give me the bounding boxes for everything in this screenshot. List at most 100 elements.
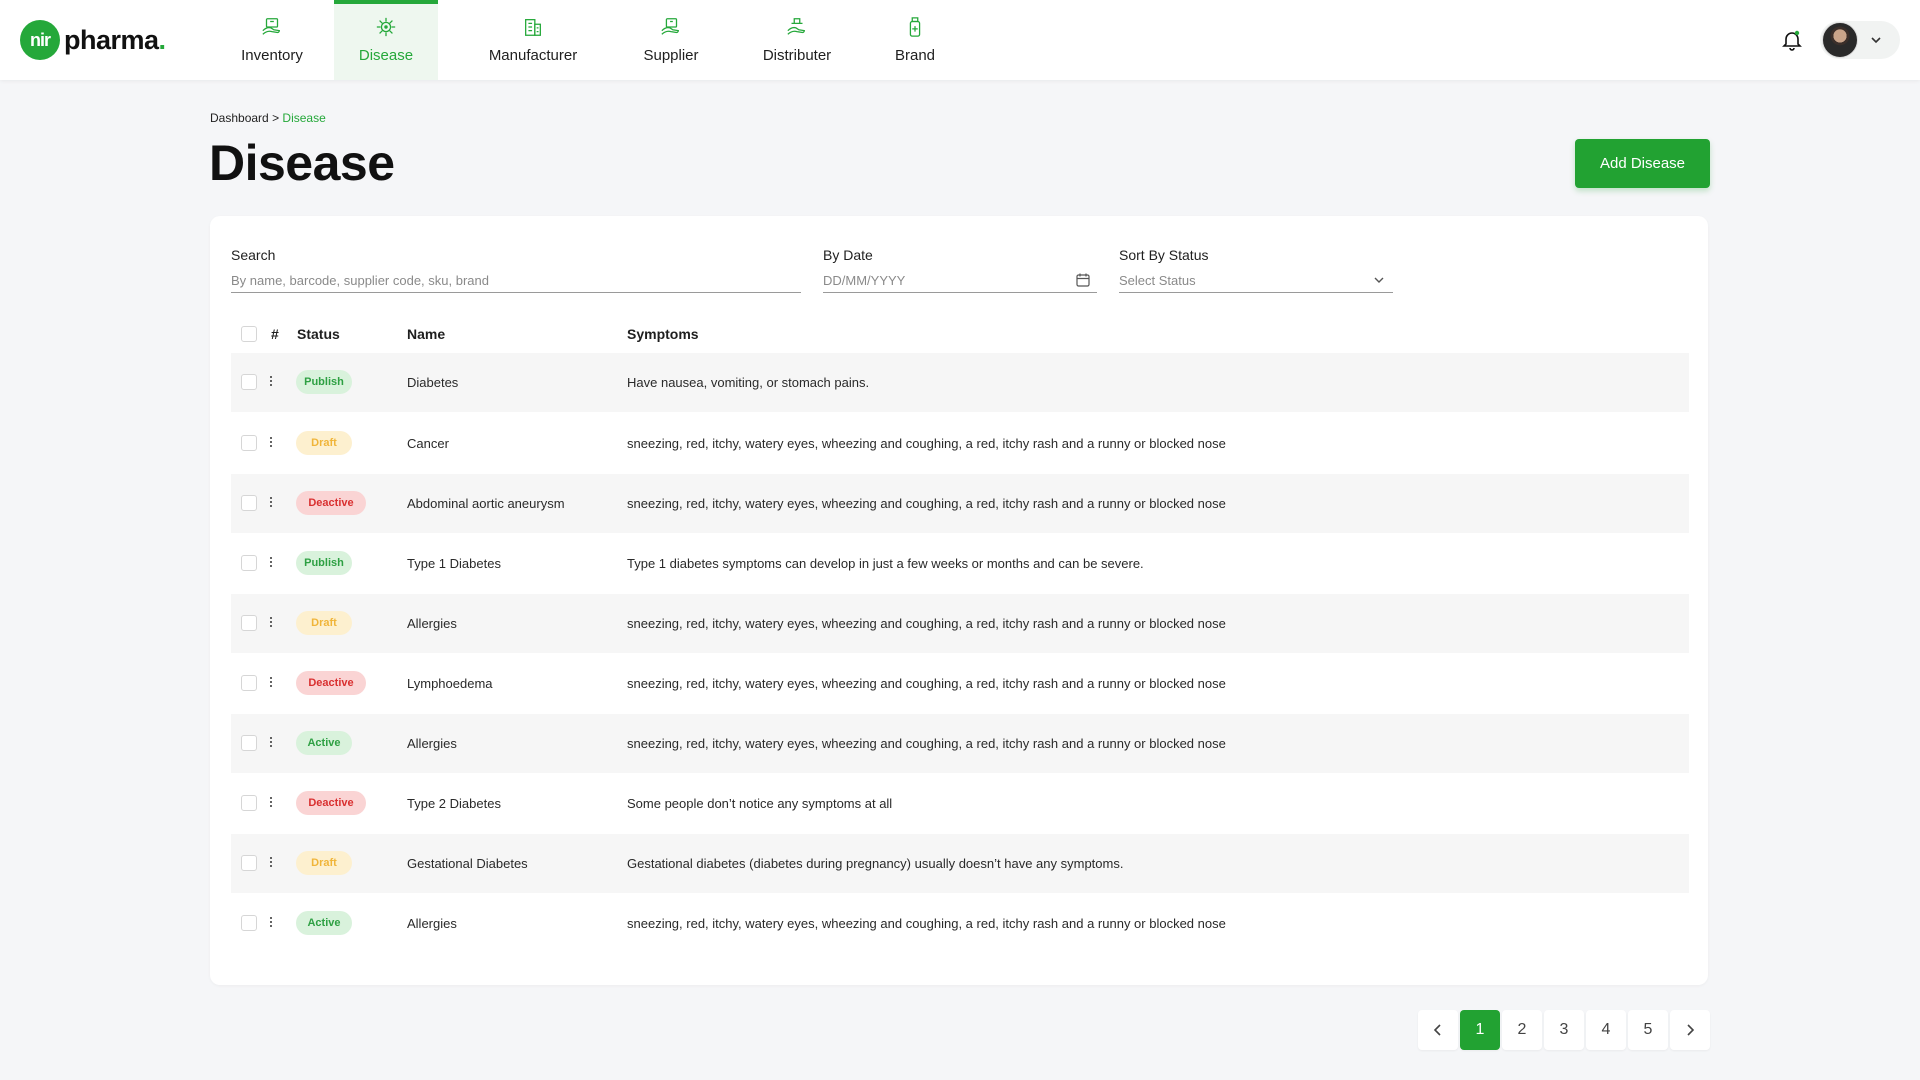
row-menu-icon[interactable] <box>269 795 273 811</box>
page-4-button[interactable]: 4 <box>1586 1010 1626 1050</box>
row-menu-icon[interactable] <box>269 915 273 931</box>
column-status: Status <box>297 326 340 342</box>
column-name: Name <box>407 326 446 342</box>
disease-name: Type 1 Diabetes <box>407 556 501 571</box>
disease-name: Cancer <box>407 436 449 451</box>
row-menu-icon[interactable] <box>269 735 273 751</box>
search-input[interactable]: By name, barcode, supplier code, sku, br… <box>231 269 801 293</box>
page-5-button[interactable]: 5 <box>1628 1010 1668 1050</box>
search-label: Search <box>231 247 276 263</box>
disease-name: Type 2 Diabetes <box>407 796 501 811</box>
table-row[interactable]: Active Allergies sneezing, red, itchy, wat… <box>231 894 1689 953</box>
inventory-icon <box>262 18 280 35</box>
disease-table-card: Search By name, barcode, supplier code, … <box>210 216 1708 985</box>
top-navbar: nir pharma. Inventory Disease Manufactur… <box>0 0 1920 80</box>
page-3-button[interactable]: 3 <box>1544 1010 1584 1050</box>
disease-symptoms: Have nausea, vomiting, or stomach pains. <box>627 375 870 390</box>
status-label: Sort By Status <box>1119 247 1209 263</box>
table-row[interactable]: Deactive Abdominal aortic aneurysm sneezin… <box>231 474 1689 533</box>
row-checkbox[interactable] <box>241 735 257 751</box>
table-row[interactable]: Deactive Lymphoedema sneezing, red, itchy,… <box>231 654 1689 713</box>
chevron-down-icon <box>1374 277 1384 283</box>
status-badge: Active <box>296 911 352 935</box>
page-1-button[interactable]: 1 <box>1460 1010 1500 1050</box>
disease-symptoms: sneezing, red, itchy, watery eyes, wheez… <box>627 736 1226 751</box>
disease-symptoms: sneezing, red, itchy, watery eyes, wheez… <box>627 496 1226 511</box>
add-disease-button[interactable]: Add Disease <box>1575 139 1710 188</box>
breadcrumb-root[interactable]: Dashboard <box>210 111 269 125</box>
disease-symptoms: sneezing, red, itchy, watery eyes, wheez… <box>627 916 1226 931</box>
disease-symptoms: Gestational diabetes (diabetes during pr… <box>627 856 1124 871</box>
row-menu-icon[interactable] <box>269 495 273 511</box>
disease-name: Allergies <box>407 916 457 931</box>
disease-name: Allergies <box>407 736 457 751</box>
row-menu-icon[interactable] <box>269 615 273 631</box>
page-2-button[interactable]: 2 <box>1502 1010 1542 1050</box>
avatar <box>1822 22 1858 58</box>
disease-icon <box>376 17 396 37</box>
row-menu-icon[interactable] <box>269 555 273 571</box>
status-badge: Deactive <box>296 791 366 815</box>
status-badge: Deactive <box>296 491 366 515</box>
table-header: # Status Name Symptoms <box>231 320 1689 348</box>
page-title: Disease <box>209 135 395 191</box>
search-placeholder: By name, barcode, supplier code, sku, br… <box>231 273 489 288</box>
table-row[interactable]: Draft Gestational Diabetes Gestational dia… <box>231 834 1689 893</box>
row-checkbox[interactable] <box>241 855 257 871</box>
nav-item-inventory[interactable]: Inventory <box>210 0 334 80</box>
distributer-icon <box>787 18 805 35</box>
nav-label: Supplier <box>643 47 699 64</box>
pagination: 12345 <box>1418 1010 1712 1050</box>
row-checkbox[interactable] <box>241 374 257 390</box>
select-all-checkbox[interactable] <box>241 326 257 342</box>
row-menu-icon[interactable] <box>269 675 273 691</box>
supplier-icon <box>661 18 679 35</box>
bell-icon[interactable] <box>1780 28 1804 52</box>
disease-name: Diabetes <box>407 375 459 390</box>
nav-item-distributer[interactable]: Distributer <box>714 0 880 80</box>
row-menu-icon[interactable] <box>269 435 273 451</box>
row-checkbox[interactable] <box>241 495 257 511</box>
status-badge: Active <box>296 731 352 755</box>
row-checkbox[interactable] <box>241 435 257 451</box>
column-symptoms: Symptoms <box>627 326 699 342</box>
table-row[interactable]: Publish Type 1 Diabetes Type 1 diabetes sy… <box>231 534 1689 593</box>
row-checkbox[interactable] <box>241 915 257 931</box>
table-row[interactable]: Draft Cancer sneezing, red, itchy, watery … <box>231 414 1689 473</box>
column-hash: # <box>271 326 279 342</box>
status-badge: Draft <box>296 431 352 455</box>
nav-label: Brand <box>894 47 936 64</box>
status-select[interactable]: Select Status <box>1119 269 1393 293</box>
table-row[interactable]: Active Allergies sneezing, red, itchy, wat… <box>231 714 1689 773</box>
disease-name: Gestational Diabetes <box>407 856 528 871</box>
search-filter: Search By name, barcode, supplier code, … <box>231 247 801 293</box>
table-row[interactable]: Draft Allergies sneezing, red, itchy, wate… <box>231 594 1689 653</box>
disease-symptoms: sneezing, red, itchy, watery eyes, wheez… <box>627 616 1226 631</box>
logo[interactable]: nir pharma. <box>20 20 166 60</box>
row-menu-icon[interactable] <box>269 855 273 871</box>
table-row[interactable]: Deactive Type 2 Diabetes Some people don’t… <box>231 774 1689 833</box>
breadcrumb-separator: > <box>272 111 280 125</box>
prev-page-button[interactable] <box>1418 1010 1458 1050</box>
logo-name: pharma <box>64 24 159 55</box>
row-checkbox[interactable] <box>241 795 257 811</box>
next-page-button[interactable] <box>1670 1010 1710 1050</box>
row-checkbox[interactable] <box>241 675 257 691</box>
disease-name: Abdominal aortic aneurysm <box>407 496 565 511</box>
nav-item-manufacturer[interactable]: Manufacturer <box>438 0 628 80</box>
page-numbers: 12345 <box>1460 1010 1670 1050</box>
date-label: By Date <box>823 247 873 263</box>
nav-label: Inventory <box>241 47 303 64</box>
row-menu-icon[interactable] <box>269 374 273 390</box>
nav-item-brand[interactable]: Brand <box>880 0 950 80</box>
status-badge: Publish <box>296 551 352 575</box>
date-input[interactable]: DD/MM/YYYY <box>823 269 1097 293</box>
row-checkbox[interactable] <box>241 615 257 631</box>
nav-item-supplier[interactable]: Supplier <box>628 0 714 80</box>
table-row[interactable]: Publish Diabetes Have nausea, vomiting, or… <box>231 353 1689 412</box>
nav-label: Disease <box>358 47 414 64</box>
profile-menu[interactable] <box>1820 21 1900 59</box>
calendar-icon[interactable] <box>1075 272 1091 288</box>
nav-item-disease[interactable]: Disease <box>334 0 438 80</box>
row-checkbox[interactable] <box>241 555 257 571</box>
